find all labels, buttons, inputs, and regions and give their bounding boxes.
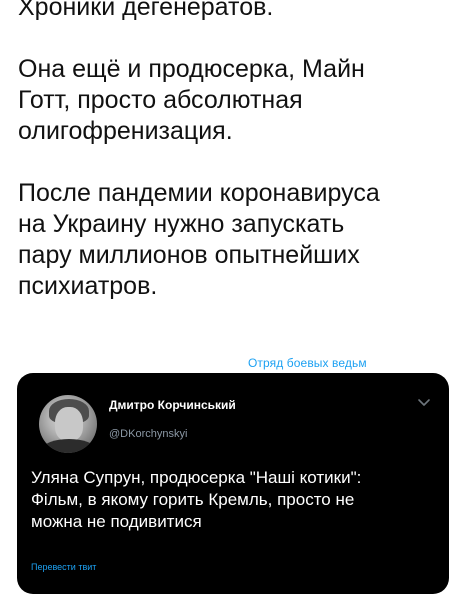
avatar[interactable] xyxy=(39,395,97,453)
watermark-label: Отряд боевых ведьм xyxy=(248,356,367,370)
tweet-body: Хроники дегенератов. Она ещё и продюсерк… xyxy=(18,0,458,302)
chevron-down-icon[interactable] xyxy=(417,398,431,408)
author-handle[interactable]: @DKorchynskyi xyxy=(109,428,187,440)
avatar-body xyxy=(43,439,95,453)
quoted-tweet-card[interactable]: Дмитро Корчинський @DKorchynskyi Уляна С… xyxy=(17,373,449,594)
tweet-paragraph: После пандемии коронавируса на Украину н… xyxy=(18,179,380,300)
author-name[interactable]: Дмитро Корчинський xyxy=(109,398,236,412)
quoted-tweet-text: Уляна Супрун, продюсерка "Наші котики": … xyxy=(31,468,362,531)
tweet-paragraph: Она ещё и продюсерка, Майн Готт, просто … xyxy=(18,55,365,145)
avatar-face xyxy=(55,407,83,441)
tweet-paragraph: Хроники дегенератов. xyxy=(18,0,274,21)
tweet-screen: Хроники дегенератов. Она ещё и продюсерк… xyxy=(0,0,463,600)
translate-tweet-link[interactable]: Перевести твит xyxy=(31,562,96,572)
